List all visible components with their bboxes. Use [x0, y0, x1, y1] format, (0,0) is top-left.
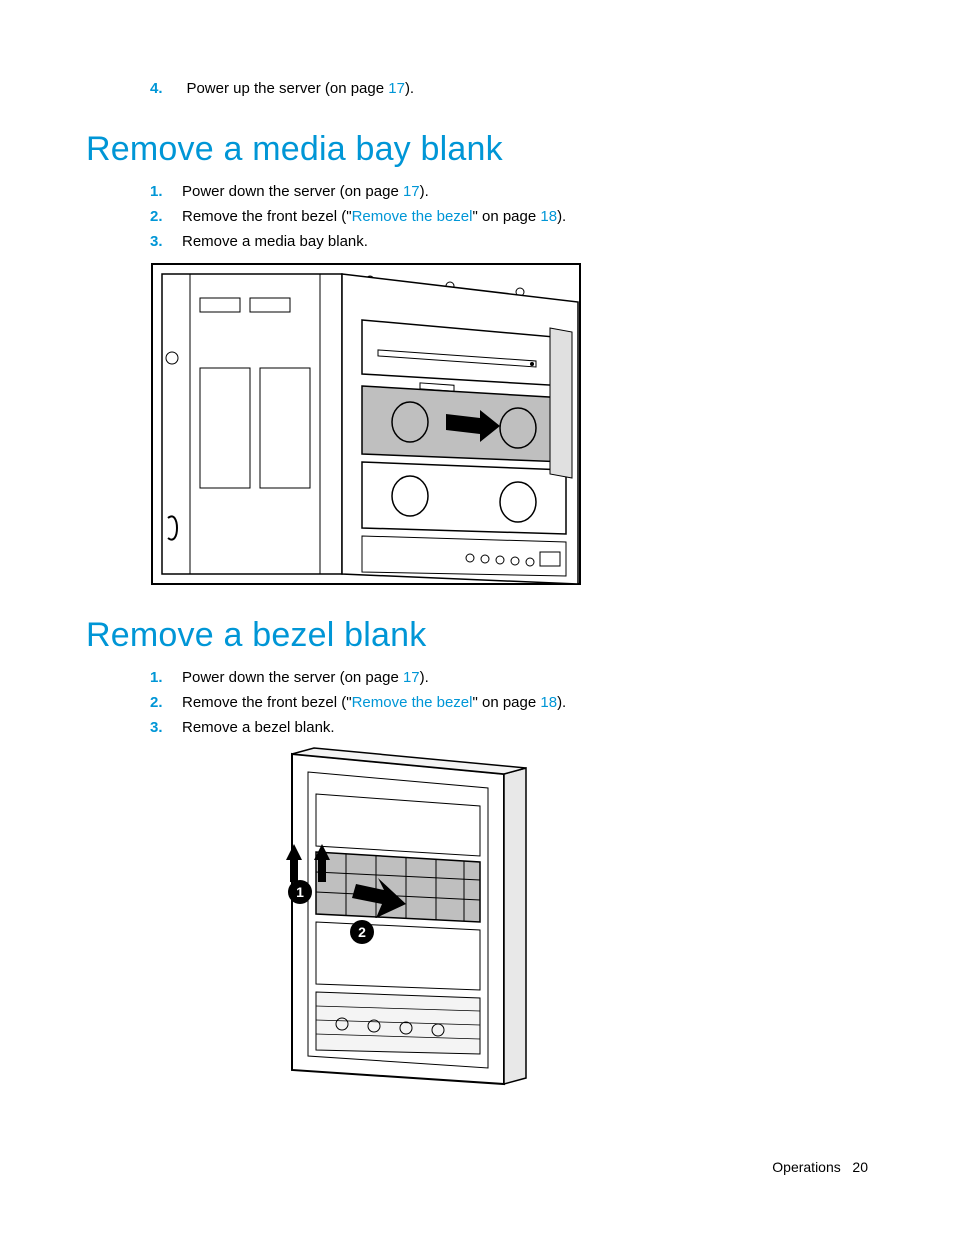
step-text: Power up the server (on page 17). — [186, 80, 414, 97]
step-number: 1. — [150, 183, 182, 200]
page-link[interactable]: 18 — [540, 694, 557, 711]
list-item: 3. Remove a media bay blank. — [150, 233, 868, 250]
step-number: 1. — [150, 669, 182, 686]
footer-page-number: 20 — [852, 1159, 868, 1175]
step-body: Power down the server (on page 17). — [182, 183, 429, 200]
continued-step: 4. Power up the server (on page 17). — [150, 80, 868, 98]
page-link[interactable]: 17 — [403, 183, 420, 200]
section-heading-bezel-blank: Remove a bezel blank — [86, 616, 868, 655]
list-item: 2. Remove the front bezel ("Remove the b… — [150, 694, 868, 711]
step-body: Remove the front bezel ("Remove the beze… — [182, 694, 566, 711]
step-number: 2. — [150, 694, 182, 711]
svg-text:1: 1 — [296, 884, 304, 900]
illustration-bezel-blank: 1 2 — [256, 744, 868, 1092]
step-body: Remove a media bay blank. — [182, 233, 368, 250]
steps-list-media-bay: 1. Power down the server (on page 17). 2… — [150, 183, 868, 250]
step-body: Remove the front bezel ("Remove the beze… — [182, 208, 566, 225]
steps-list-bezel-blank: 1. Power down the server (on page 17). 2… — [150, 669, 868, 736]
page-footer: Operations 20 — [772, 1159, 868, 1175]
cross-reference-link[interactable]: Remove the bezel — [352, 694, 473, 711]
footer-section: Operations — [772, 1159, 840, 1175]
list-item: 3. Remove a bezel blank. — [150, 719, 868, 736]
step-body: Remove a bezel blank. — [182, 719, 335, 736]
list-item: 2. Remove the front bezel ("Remove the b… — [150, 208, 868, 225]
step-body: Power down the server (on page 17). — [182, 669, 429, 686]
step-number: 3. — [150, 719, 182, 736]
cross-reference-link[interactable]: Remove the bezel — [352, 208, 473, 225]
section-heading-media-bay: Remove a media bay blank — [86, 130, 868, 169]
list-item: 1. Power down the server (on page 17). — [150, 669, 868, 686]
step-number: 2. — [150, 208, 182, 225]
page-link[interactable]: 17 — [403, 669, 420, 686]
page-link[interactable]: 18 — [540, 208, 557, 225]
list-item: 1. Power down the server (on page 17). — [150, 183, 868, 200]
illustration-media-bay — [150, 258, 868, 588]
step-number: 4. — [150, 80, 182, 97]
page-link[interactable]: 17 — [388, 80, 405, 97]
svg-text:2: 2 — [358, 924, 366, 940]
step-number: 3. — [150, 233, 182, 250]
